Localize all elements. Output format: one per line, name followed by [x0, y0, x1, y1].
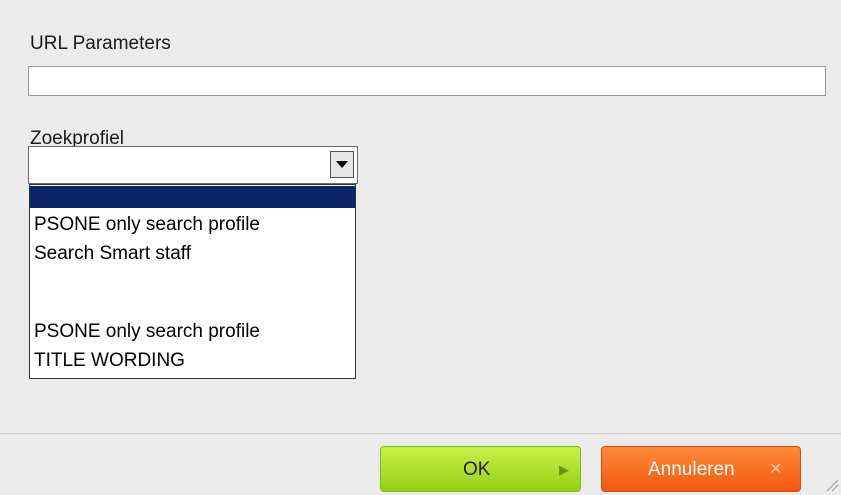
dropdown-option[interactable]: PSONE only search profile	[30, 319, 355, 345]
url-parameters-input[interactable]	[28, 66, 826, 96]
zoekprofiel-dropdown-list: PSONE only search profile Search Smart s…	[29, 184, 356, 379]
cancel-button-label: Annuleren	[648, 459, 735, 480]
dialog-panel: URL Parameters Zoekprofiel PSONE only se…	[0, 0, 841, 495]
cancel-button[interactable]: Annuleren ✕	[601, 446, 801, 492]
dropdown-option[interactable]: Search Smart staff	[30, 241, 355, 267]
ok-button[interactable]: OK ▶	[380, 446, 581, 492]
dropdown-option[interactable]	[30, 186, 355, 208]
ok-button-label: OK	[463, 459, 491, 480]
close-icon: ✕	[769, 461, 783, 478]
triangle-down-icon[interactable]	[330, 151, 354, 178]
play-icon: ▶	[559, 462, 569, 477]
dropdown-option[interactable]: TITLE WORDING	[30, 348, 355, 374]
zoekprofiel-select[interactable]	[28, 146, 358, 184]
url-parameters-label: URL Parameters	[30, 33, 171, 54]
dropdown-option[interactable]: PSONE only search profile	[30, 212, 355, 238]
resize-grip-icon[interactable]	[825, 478, 839, 492]
dropdown-option[interactable]	[30, 269, 355, 314]
